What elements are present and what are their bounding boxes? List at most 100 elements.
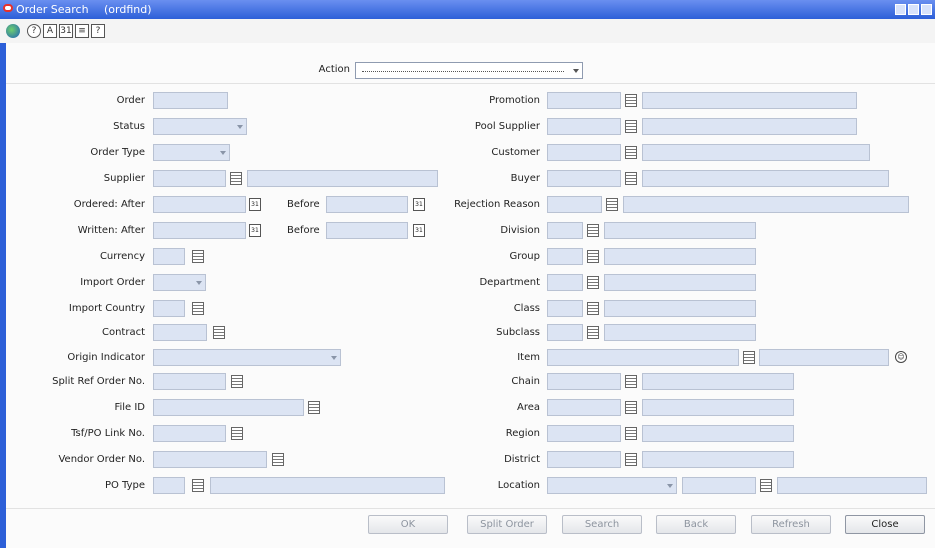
- supplier-input[interactable]: [153, 170, 226, 187]
- minimize-icon[interactable]: [895, 4, 906, 15]
- order-input[interactable]: [153, 92, 228, 109]
- file-id-input[interactable]: [153, 399, 304, 416]
- district-label: District: [504, 454, 540, 465]
- ordered-after-input[interactable]: [153, 196, 246, 213]
- question-icon[interactable]: ?: [91, 24, 105, 38]
- ok-button[interactable]: OK: [368, 515, 448, 534]
- class-label: Class: [513, 303, 540, 314]
- pool-supplier-input[interactable]: [547, 118, 621, 135]
- subclass-description: [604, 324, 756, 341]
- order-type-dropdown[interactable]: [153, 144, 230, 161]
- written-before-input[interactable]: [326, 222, 408, 239]
- pool-supplier-description: [642, 118, 857, 135]
- list-of-values-icon[interactable]: [230, 172, 242, 185]
- calendar-icon[interactable]: 31: [249, 224, 261, 237]
- list-of-values-icon[interactable]: [625, 146, 637, 159]
- list-of-values-icon[interactable]: [192, 479, 204, 492]
- list-of-values-icon[interactable]: [192, 250, 204, 263]
- item-input[interactable]: [547, 349, 739, 366]
- location-input[interactable]: [682, 477, 756, 494]
- department-input[interactable]: [547, 274, 583, 291]
- tsf-po-input[interactable]: [153, 425, 226, 442]
- list-of-values-icon[interactable]: [308, 401, 320, 414]
- list-of-values-icon[interactable]: [743, 351, 755, 364]
- status-dropdown[interactable]: [153, 118, 247, 135]
- division-label: Division: [500, 225, 540, 236]
- written-after-input[interactable]: [153, 222, 246, 239]
- item-lookup-icon[interactable]: ☺: [895, 351, 907, 363]
- item-description: [759, 349, 889, 366]
- group-input[interactable]: [547, 248, 583, 265]
- search-button[interactable]: Search: [562, 515, 642, 534]
- list-of-values-icon[interactable]: [625, 94, 637, 107]
- list-of-values-icon[interactable]: [587, 326, 599, 339]
- list-of-values-icon[interactable]: [625, 427, 637, 440]
- list-of-values-icon[interactable]: [625, 172, 637, 185]
- close-button[interactable]: Close: [845, 515, 925, 534]
- refresh-button[interactable]: Refresh: [751, 515, 831, 534]
- list-of-values-icon[interactable]: [272, 453, 284, 466]
- list-of-values-icon[interactable]: [231, 375, 243, 388]
- list-of-values-icon[interactable]: [625, 401, 637, 414]
- list-of-values-icon[interactable]: [587, 224, 599, 237]
- list-of-values-icon[interactable]: [231, 427, 243, 440]
- list-of-values-icon[interactable]: [625, 120, 637, 133]
- globe-icon[interactable]: [6, 24, 20, 38]
- list-of-values-icon[interactable]: [625, 453, 637, 466]
- list-of-values-icon[interactable]: [587, 302, 599, 315]
- chain-input[interactable]: [547, 373, 621, 390]
- origin-indicator-dropdown[interactable]: [153, 349, 341, 366]
- calendar-icon[interactable]: 31: [59, 24, 73, 38]
- region-description: [642, 425, 794, 442]
- promotion-input[interactable]: [547, 92, 621, 109]
- split-ref-input[interactable]: [153, 373, 226, 390]
- location-type-dropdown[interactable]: [547, 477, 677, 494]
- list-of-values-icon[interactable]: [213, 326, 225, 339]
- import-order-label: Import Order: [80, 277, 145, 288]
- vendor-order-input[interactable]: [153, 451, 267, 468]
- class-input[interactable]: [547, 300, 583, 317]
- file-id-label: File ID: [114, 402, 145, 413]
- maximize-icon[interactable]: [908, 4, 919, 15]
- buyer-input[interactable]: [547, 170, 621, 187]
- po-type-input[interactable]: [153, 477, 185, 494]
- promotion-label: Promotion: [489, 95, 540, 106]
- list-of-values-icon[interactable]: [587, 276, 599, 289]
- promotion-description: [642, 92, 857, 109]
- ordered-before-input[interactable]: [326, 196, 408, 213]
- tsf-po-label: Tsf/PO Link No.: [71, 428, 145, 439]
- list-of-values-icon[interactable]: [192, 302, 204, 315]
- calendar-icon[interactable]: 31: [413, 224, 425, 237]
- region-input[interactable]: [547, 425, 621, 442]
- window-controls: [895, 4, 932, 15]
- back-button[interactable]: Back: [656, 515, 736, 534]
- import-country-input[interactable]: [153, 300, 185, 317]
- list-of-values-icon[interactable]: [760, 479, 772, 492]
- district-input[interactable]: [547, 451, 621, 468]
- customer-input[interactable]: [547, 144, 621, 161]
- calendar-icon[interactable]: 31: [249, 198, 261, 211]
- notes-icon[interactable]: ≡: [75, 24, 89, 38]
- help-icon[interactable]: ?: [27, 24, 41, 38]
- list-of-values-icon[interactable]: [587, 250, 599, 263]
- division-input[interactable]: [547, 222, 583, 239]
- chevron-down-icon: [667, 484, 673, 488]
- action-label: Action: [318, 64, 350, 75]
- list-of-values-icon[interactable]: [606, 198, 618, 211]
- split-order-button[interactable]: Split Order: [467, 515, 547, 534]
- ordered-after-label: Ordered: After: [73, 199, 145, 210]
- calendar-icon[interactable]: 31: [413, 198, 425, 211]
- group-description: [604, 248, 756, 265]
- customer-label: Customer: [491, 147, 540, 158]
- list-of-values-icon[interactable]: [625, 375, 637, 388]
- currency-input[interactable]: [153, 248, 185, 265]
- text-icon[interactable]: A: [43, 24, 57, 38]
- area-input[interactable]: [547, 399, 621, 416]
- action-dropdown[interactable]: [355, 62, 583, 79]
- contract-input[interactable]: [153, 324, 207, 341]
- rejection-reason-input[interactable]: [547, 196, 602, 213]
- area-description: [642, 399, 794, 416]
- import-order-dropdown[interactable]: [153, 274, 206, 291]
- subclass-input[interactable]: [547, 324, 583, 341]
- close-window-icon[interactable]: [921, 4, 932, 15]
